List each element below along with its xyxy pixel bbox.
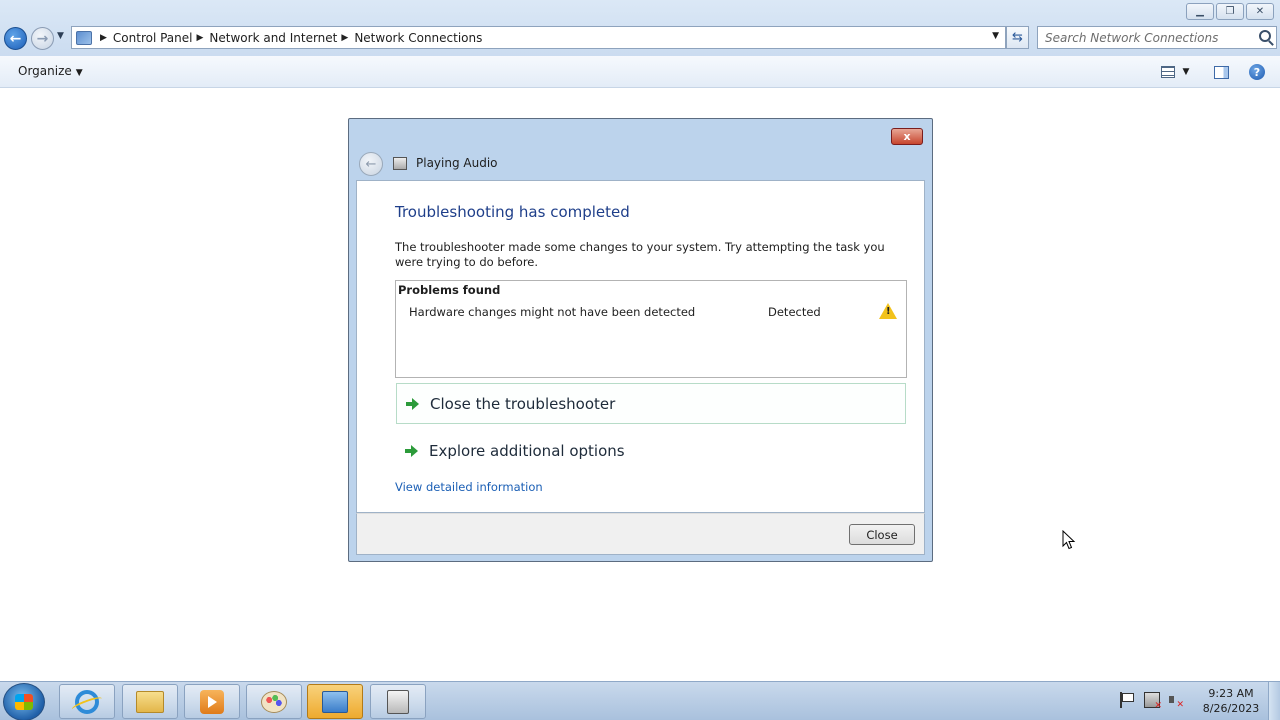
search-box[interactable] xyxy=(1037,26,1277,49)
close-window-button[interactable]: ✕ xyxy=(1246,3,1274,20)
notification-area xyxy=(1120,692,1184,711)
forward-arrow-icon: → xyxy=(36,30,49,47)
taskbar-windows-explorer[interactable] xyxy=(122,684,178,719)
command-bar: Organize ▼ ▼ ? xyxy=(0,56,1280,88)
dialog-content: Troubleshooting has completed The troubl… xyxy=(356,180,925,513)
change-view-button[interactable]: ▼ xyxy=(1158,64,1192,80)
problem-name: Hardware changes might not have been det… xyxy=(409,305,696,319)
refresh-icon: ⇆ xyxy=(1012,30,1023,45)
help-button[interactable]: ? xyxy=(1249,64,1265,80)
explorer-titlebar: ▁ ❐ ✕ ← → ▼ ▶ Control Panel ▶ Network an… xyxy=(0,0,1280,56)
troubleshooter-dialog: x ← Playing Audio Troubleshooting has co… xyxy=(348,118,933,562)
recent-pages-dropdown[interactable]: ▼ xyxy=(57,31,64,41)
taskbar: 9:23 AM 8/26/2023 xyxy=(0,681,1280,720)
start-button[interactable] xyxy=(3,683,45,720)
back-button[interactable]: ← xyxy=(4,27,27,50)
breadcrumb-network-and-internet[interactable]: Network and Internet xyxy=(209,31,337,45)
minimize-icon: ▁ xyxy=(1196,6,1204,17)
close-troubleshooter-option[interactable]: Close the troubleshooter xyxy=(396,383,906,424)
back-arrow-icon: ← xyxy=(365,156,377,172)
search-icon[interactable] xyxy=(1259,30,1271,42)
organize-label: Organize xyxy=(18,64,72,78)
dialog-heading: Troubleshooting has completed xyxy=(395,203,630,221)
green-arrow-icon xyxy=(405,444,419,458)
network-disconnected-icon[interactable] xyxy=(1144,692,1162,711)
taskbar-media-player[interactable] xyxy=(184,684,240,719)
help-icon: ? xyxy=(1253,65,1261,79)
explore-additional-options[interactable]: Explore additional options xyxy=(396,430,906,471)
clock-time: 9:23 AM xyxy=(1208,687,1254,700)
warning-icon xyxy=(879,303,897,319)
mouse-cursor-icon xyxy=(1062,530,1076,550)
paint-icon xyxy=(261,690,287,713)
restore-icon: ❐ xyxy=(1225,6,1235,17)
media-player-icon xyxy=(200,689,224,714)
close-button[interactable]: Close xyxy=(849,524,915,545)
forward-button[interactable]: → xyxy=(31,27,54,50)
dialog-footer: Close xyxy=(356,513,925,555)
option-label: Close the troubleshooter xyxy=(430,394,616,413)
breadcrumb-separator-icon[interactable]: ▶ xyxy=(197,33,204,43)
control-panel-icon xyxy=(322,690,348,713)
problems-found-header: Problems found xyxy=(398,283,501,297)
taskbar-troubleshooter[interactable] xyxy=(370,684,426,719)
option-label: Explore additional options xyxy=(429,441,625,460)
preview-pane-button[interactable] xyxy=(1212,64,1230,80)
show-desktop-button[interactable] xyxy=(1268,682,1280,720)
back-arrow-icon: ← xyxy=(9,30,22,47)
chevron-down-icon: ▼ xyxy=(75,68,83,78)
view-detailed-information-link[interactable]: View detailed information xyxy=(395,480,543,494)
action-center-flag-icon[interactable] xyxy=(1120,692,1136,708)
system-clock[interactable]: 9:23 AM 8/26/2023 xyxy=(1195,686,1267,716)
breadcrumb-separator-icon[interactable]: ▶ xyxy=(341,33,348,43)
troubleshooter-icon xyxy=(393,157,407,170)
search-input[interactable] xyxy=(1045,30,1250,45)
green-arrow-icon xyxy=(406,397,420,411)
dialog-description: The troubleshooter made some changes to … xyxy=(395,240,885,269)
breadcrumb-network-connections[interactable]: Network Connections xyxy=(354,31,482,45)
close-icon: ✕ xyxy=(1255,6,1265,17)
refresh-button[interactable]: ⇆ xyxy=(1006,26,1029,49)
address-bar[interactable]: ▶ Control Panel ▶ Network and Internet ▶… xyxy=(71,26,1006,49)
view-list-icon xyxy=(1160,66,1175,78)
minimize-button[interactable]: ▁ xyxy=(1186,3,1214,20)
close-icon: x xyxy=(903,130,911,143)
chevron-down-icon: ▼ xyxy=(1182,67,1190,77)
dialog-title: Playing Audio xyxy=(416,156,498,170)
restore-button[interactable]: ❐ xyxy=(1216,3,1244,20)
breadcrumb-separator-icon[interactable]: ▶ xyxy=(100,33,107,43)
breadcrumb-control-panel[interactable]: Control Panel xyxy=(113,31,193,45)
window-controls: ▁ ❐ ✕ xyxy=(1186,3,1274,20)
windows-logo-icon xyxy=(15,694,33,710)
problems-found-list: Problems found Hardware changes might no… xyxy=(395,280,907,378)
internet-explorer-icon xyxy=(75,689,99,714)
control-panel-icon xyxy=(76,30,92,45)
taskbar-internet-explorer[interactable] xyxy=(59,684,115,719)
troubleshooter-icon xyxy=(387,689,409,714)
organize-menu[interactable]: Organize ▼ xyxy=(18,64,83,78)
taskbar-control-panel[interactable] xyxy=(307,684,363,719)
taskbar-paint[interactable] xyxy=(246,684,302,719)
dialog-close-x-button[interactable]: x xyxy=(891,128,923,145)
volume-muted-icon[interactable] xyxy=(1168,692,1184,710)
clock-date: 8/26/2023 xyxy=(1202,702,1260,715)
address-dropdown-icon[interactable]: ▼ xyxy=(992,31,999,41)
folder-icon xyxy=(136,690,164,713)
preview-pane-icon xyxy=(1213,65,1229,79)
problem-status: Detected xyxy=(768,305,821,319)
dialog-back-button[interactable]: ← xyxy=(359,152,383,176)
